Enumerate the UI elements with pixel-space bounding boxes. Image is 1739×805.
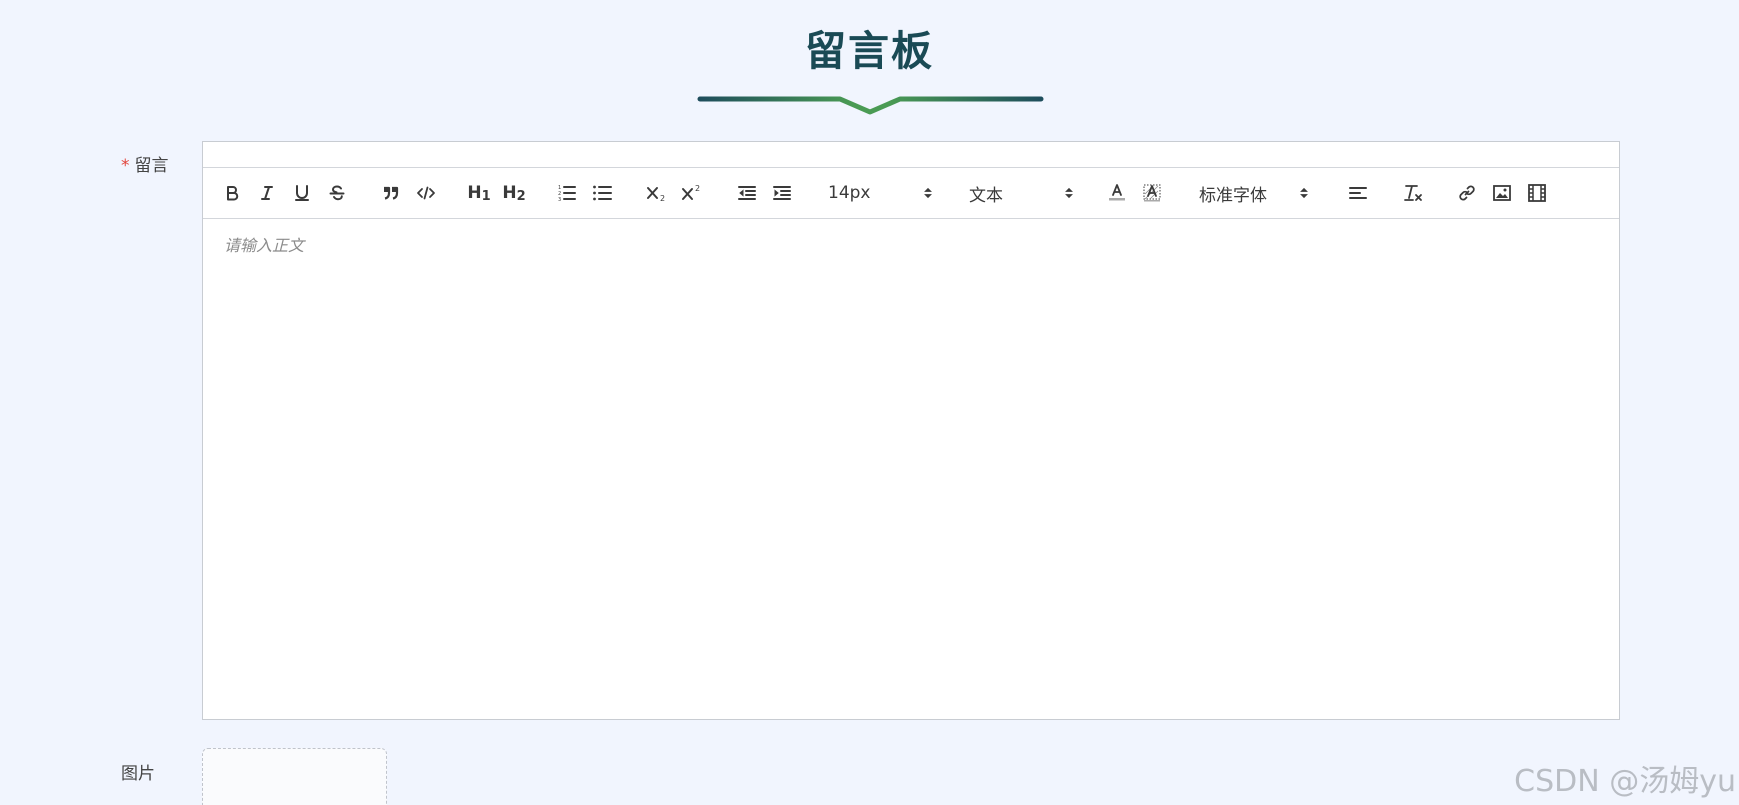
rich-text-editor[interactable]: H1 H2 123 2 2 14px 文本 标准字体 请输入正文 (202, 141, 1620, 720)
font-family-value: 标准字体 (1199, 185, 1267, 206)
bold-icon (223, 184, 241, 202)
picker-arrows-icon (924, 187, 932, 199)
superscript-button[interactable]: 2 (679, 180, 705, 206)
italic-button[interactable] (254, 180, 280, 206)
align-left-icon (1348, 184, 1368, 202)
ordered-list-icon: 123 (557, 184, 577, 202)
strikethrough-button[interactable] (324, 180, 350, 206)
picker-arrows-icon (1065, 187, 1073, 199)
link-icon (1457, 183, 1477, 203)
subscript-icon: 2 (646, 184, 668, 202)
underline-icon (293, 184, 311, 202)
align-button[interactable] (1345, 180, 1371, 206)
heading-2-label: H (502, 183, 517, 203)
bold-button[interactable] (219, 180, 245, 206)
code-block-button[interactable] (413, 180, 439, 206)
image-label: 图片 (121, 764, 155, 784)
underline-button[interactable] (289, 180, 315, 206)
font-size-picker[interactable]: 14px (828, 180, 933, 206)
heading-1-button[interactable]: H1 (465, 180, 493, 206)
svg-text:2: 2 (695, 184, 700, 193)
heading-1-label: H (467, 183, 482, 203)
video-icon (1527, 183, 1547, 203)
video-button[interactable] (1524, 180, 1550, 206)
image-upload-box[interactable] (202, 748, 387, 805)
message-label-text: 留言 (134, 156, 169, 176)
code-icon (416, 184, 436, 202)
heading-2-subscript: 2 (516, 188, 526, 204)
bullet-list-button[interactable] (589, 180, 615, 206)
message-label: * 留言 (121, 155, 169, 177)
italic-icon (258, 184, 276, 202)
superscript-icon: 2 (681, 184, 703, 202)
heading-2-button[interactable]: H2 (500, 180, 528, 206)
outdent-icon (737, 184, 757, 202)
svg-text:2: 2 (660, 194, 665, 202)
watermark: CSDN @汤姆yu (1514, 764, 1736, 799)
font-color-button[interactable] (1104, 180, 1130, 206)
indent-icon (772, 184, 792, 202)
svg-text:3: 3 (558, 197, 561, 202)
font-color-icon (1107, 183, 1127, 203)
header-type-value: 文本 (969, 185, 1003, 206)
image-button[interactable] (1489, 180, 1515, 206)
required-mark: * (121, 156, 130, 176)
font-family-picker[interactable]: 标准字体 (1199, 180, 1309, 206)
link-button[interactable] (1454, 180, 1480, 206)
blockquote-button[interactable] (378, 180, 404, 206)
strikethrough-icon (328, 184, 346, 202)
editor-top-bar (203, 142, 1619, 168)
indent-button[interactable] (769, 180, 795, 206)
bullet-list-icon (592, 184, 612, 202)
background-color-button[interactable] (1139, 180, 1165, 206)
editor-toolbar: H1 H2 123 2 2 14px 文本 标准字体 (203, 168, 1619, 219)
editor-content-area[interactable]: 请输入正文 (203, 219, 1619, 717)
clear-format-icon (1403, 183, 1423, 203)
quote-icon (382, 184, 400, 202)
editor-placeholder: 请输入正文 (224, 236, 305, 255)
heading-1-subscript: 1 (481, 188, 491, 204)
ordered-list-button[interactable]: 123 (554, 180, 580, 206)
clear-format-button[interactable] (1400, 180, 1426, 206)
picker-arrows-icon (1300, 187, 1308, 199)
subscript-button[interactable]: 2 (644, 180, 670, 206)
background-color-icon (1142, 183, 1162, 203)
title-underline-decoration (697, 96, 1044, 115)
font-size-value: 14px (828, 183, 871, 203)
image-icon (1492, 184, 1512, 202)
header-type-picker[interactable]: 文本 (969, 180, 1074, 206)
outdent-button[interactable] (734, 180, 760, 206)
page-title: 留言板 (805, 27, 934, 75)
